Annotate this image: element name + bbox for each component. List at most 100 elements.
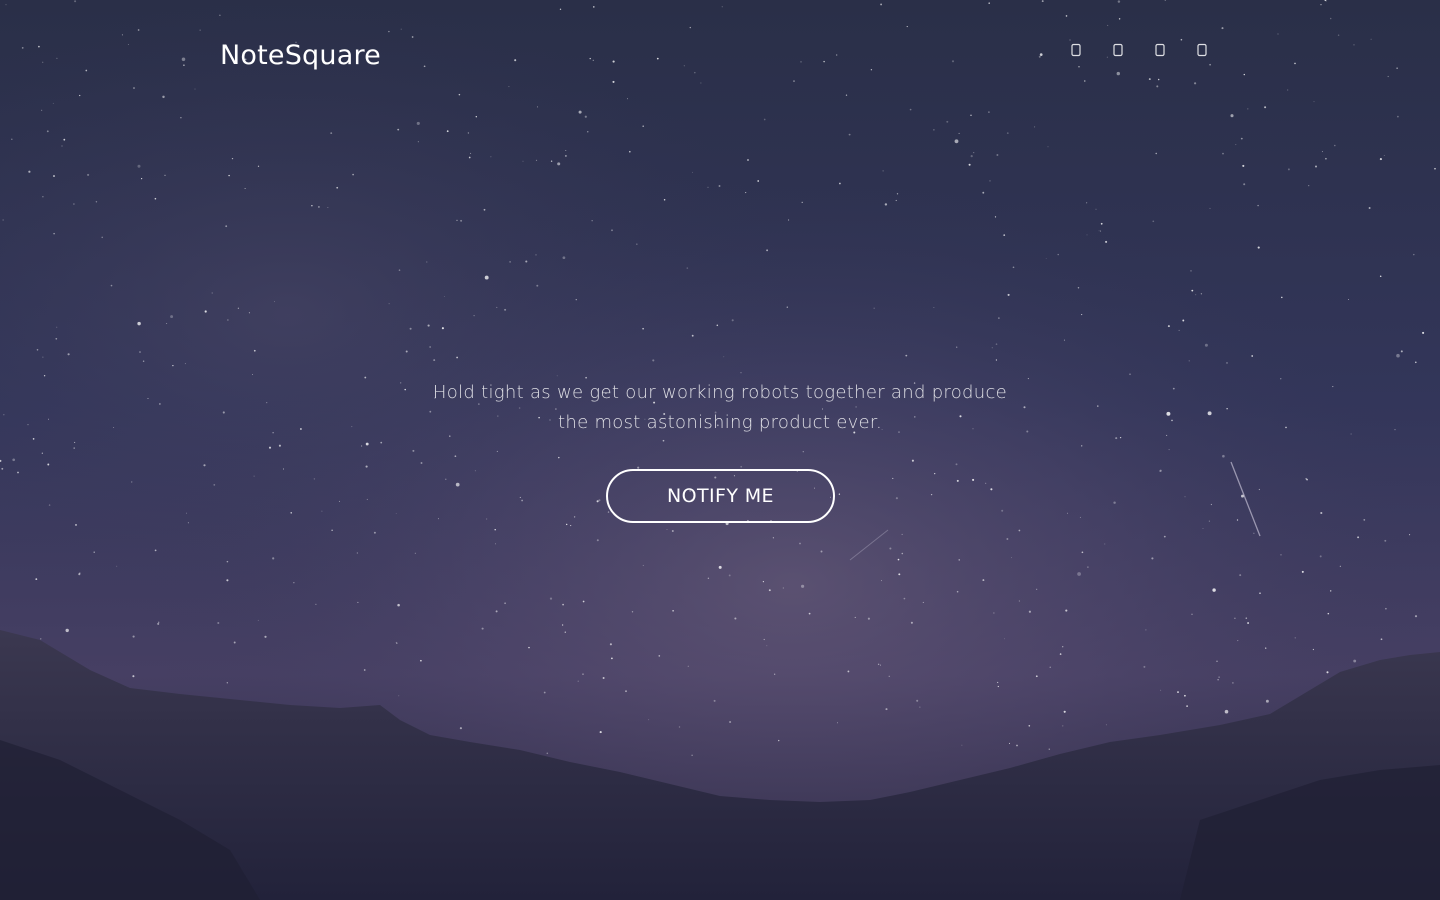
star xyxy=(666,528,668,530)
star xyxy=(995,343,998,345)
star xyxy=(994,216,997,218)
star xyxy=(315,603,317,606)
star xyxy=(559,8,562,10)
star xyxy=(67,353,70,356)
star xyxy=(836,54,838,56)
star xyxy=(671,530,674,532)
star xyxy=(1027,378,1029,380)
star xyxy=(905,354,908,357)
facebook-icon xyxy=(1071,43,1081,57)
twitter-link[interactable] xyxy=(1108,40,1128,60)
star xyxy=(268,446,272,449)
instagram-icon xyxy=(1155,43,1165,57)
star xyxy=(1353,659,1357,663)
star xyxy=(321,510,323,512)
star xyxy=(73,447,75,449)
star xyxy=(11,138,13,141)
star xyxy=(1006,538,1009,540)
star xyxy=(400,28,402,30)
star xyxy=(1004,638,1005,640)
brand-logo[interactable]: NoteSquare xyxy=(220,38,381,74)
star xyxy=(414,552,416,554)
star xyxy=(1379,158,1382,161)
star xyxy=(1081,445,1083,447)
star xyxy=(1413,253,1415,256)
star xyxy=(458,93,461,96)
star xyxy=(896,193,899,195)
star xyxy=(483,208,486,211)
star xyxy=(231,157,234,160)
star xyxy=(1380,638,1383,641)
star xyxy=(801,584,805,588)
star xyxy=(1048,748,1051,750)
star xyxy=(1023,406,1026,409)
star xyxy=(264,635,267,638)
star xyxy=(474,470,476,472)
star xyxy=(411,36,414,38)
star xyxy=(1396,353,1400,358)
star xyxy=(686,267,689,269)
star xyxy=(225,225,228,228)
star xyxy=(892,477,894,479)
star xyxy=(1182,319,1185,322)
star xyxy=(1018,600,1020,602)
star xyxy=(130,481,133,483)
star xyxy=(1188,360,1190,362)
star xyxy=(1280,378,1282,380)
star xyxy=(95,201,98,203)
star xyxy=(1151,557,1154,560)
star xyxy=(299,428,302,430)
star xyxy=(1243,73,1245,76)
star xyxy=(658,655,661,657)
star xyxy=(351,426,353,428)
star xyxy=(331,529,333,531)
star xyxy=(584,115,587,118)
star xyxy=(721,6,723,8)
notify-me-button[interactable]: NOTIFY ME xyxy=(606,469,835,523)
star xyxy=(934,472,936,475)
star xyxy=(1237,640,1239,642)
star xyxy=(575,299,577,301)
star xyxy=(1145,629,1147,631)
star xyxy=(508,86,510,88)
star xyxy=(184,363,186,365)
star xyxy=(839,182,841,185)
star xyxy=(958,132,960,134)
linkedin-link[interactable] xyxy=(1192,40,1212,60)
star xyxy=(848,133,851,136)
star xyxy=(473,314,475,317)
star xyxy=(549,597,553,600)
star xyxy=(365,442,369,446)
star xyxy=(313,478,316,480)
star xyxy=(1209,207,1211,209)
star xyxy=(509,261,511,263)
star xyxy=(692,171,694,173)
star xyxy=(1212,588,1216,592)
star xyxy=(782,587,784,589)
instagram-link[interactable] xyxy=(1150,40,1170,60)
star xyxy=(282,468,285,470)
star xyxy=(423,65,426,68)
social-links xyxy=(1066,40,1212,60)
star xyxy=(728,574,731,577)
star xyxy=(880,3,883,6)
star xyxy=(468,156,471,159)
star xyxy=(1028,610,1031,613)
star xyxy=(933,129,935,131)
star xyxy=(398,695,400,697)
star xyxy=(194,88,196,90)
star xyxy=(1209,63,1211,66)
star xyxy=(801,201,803,204)
star xyxy=(1195,294,1197,296)
star xyxy=(426,261,428,263)
star xyxy=(397,128,400,131)
star xyxy=(41,109,43,111)
star xyxy=(1007,293,1010,296)
facebook-link[interactable] xyxy=(1066,40,1086,60)
star xyxy=(1258,488,1261,491)
star xyxy=(1086,234,1088,236)
star xyxy=(808,612,811,615)
star xyxy=(139,351,141,353)
star xyxy=(611,229,613,232)
hero-section: NoteSquare Hold tight as we get our work… xyxy=(0,0,1440,900)
